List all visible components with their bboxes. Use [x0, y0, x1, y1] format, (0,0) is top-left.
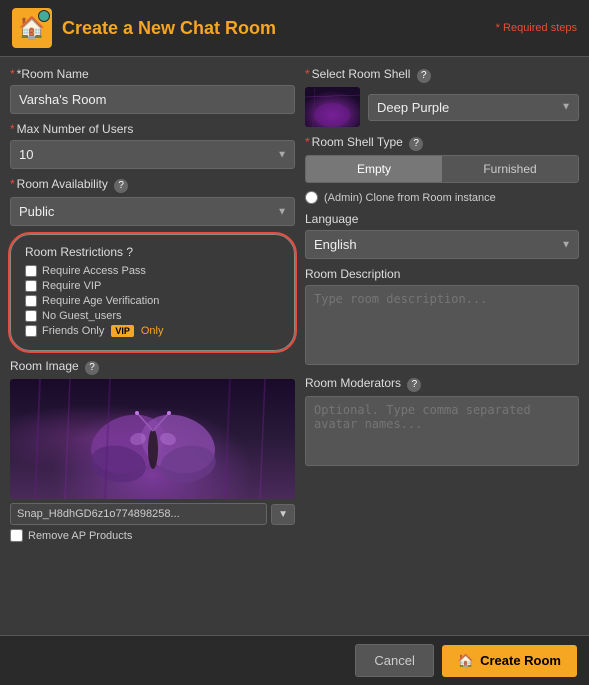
bg-decoration — [10, 379, 295, 499]
room-restrictions-label: Room Restrictions ? — [25, 245, 280, 259]
header-left: 🏠 Create a New Chat Room — [12, 8, 276, 48]
language-label: Language — [305, 212, 579, 226]
no-guests-label: No Guest_users — [42, 310, 121, 322]
only-text: Only — [141, 325, 164, 337]
shell-select[interactable]: Deep Purple Modern Loft Beach House Cast… — [368, 94, 579, 121]
room-image-section: Room Image ? — [10, 359, 295, 625]
room-name-field: **Room Name — [10, 67, 295, 114]
create-room-button[interactable]: 🏠 Create Room — [442, 645, 577, 677]
language-select[interactable]: English Spanish French German — [305, 230, 579, 259]
remove-ap-row: Remove AP Products — [10, 529, 295, 542]
image-filename: Snap_H8dhGD6z1o774898258... — [10, 503, 267, 525]
modal-header: 🏠 Create a New Chat Room * Required step… — [0, 0, 589, 57]
cancel-button[interactable]: Cancel — [355, 644, 433, 677]
room-availability-help-icon[interactable]: ? — [114, 179, 128, 193]
restrictions-help-icon[interactable]: ? — [126, 245, 133, 259]
max-users-select[interactable]: 10 20 50 100 — [10, 140, 295, 169]
create-chat-room-modal: 🏠 Create a New Chat Room * Required step… — [0, 0, 589, 685]
room-name-label: **Room Name — [10, 67, 295, 81]
max-users-label: *Max Number of Users — [10, 122, 295, 136]
shell-thumbnail — [305, 87, 360, 127]
friends-only-checkbox[interactable] — [25, 325, 37, 337]
language-field: Language English Spanish French German ▼ — [305, 212, 579, 259]
shell-select-wrapper: Deep Purple Modern Loft Beach House Cast… — [368, 94, 579, 121]
image-selector: Snap_H8dhGD6z1o774898258... ▼ — [10, 503, 295, 525]
description-label: Room Description — [305, 267, 579, 281]
shell-thumb-inner — [305, 87, 360, 127]
image-preview-inner — [10, 379, 295, 499]
require-vip-label: Require VIP — [42, 280, 101, 292]
moderators-help-icon[interactable]: ? — [407, 378, 421, 392]
room-image-preview — [10, 379, 295, 499]
description-input[interactable] — [305, 285, 579, 365]
room-availability-select[interactable]: Public Private Unlisted — [10, 197, 295, 226]
select-shell-help-icon[interactable]: ? — [417, 69, 431, 83]
room-availability-select-wrapper: Public Private Unlisted ▼ — [10, 197, 295, 226]
remove-ap-checkbox[interactable] — [10, 529, 23, 542]
moderators-field: Room Moderators ? — [305, 376, 579, 469]
right-column: *Select Room Shell ? — [305, 67, 579, 625]
moderators-input[interactable] — [305, 396, 579, 466]
shell-type-help-icon[interactable]: ? — [409, 137, 423, 151]
required-note: * Required steps — [496, 22, 577, 34]
remove-ap-label: Remove AP Products — [28, 530, 132, 542]
avatar-dot — [38, 10, 50, 22]
require-access-pass-row: Require Access Pass — [25, 265, 280, 277]
room-availability-field: *Room Availability ? Public Private Unli… — [10, 177, 295, 226]
house-icon: 🏠 — [12, 8, 52, 48]
admin-clone-radio[interactable] — [305, 191, 318, 204]
left-column: **Room Name *Max Number of Users 10 20 5… — [10, 67, 295, 625]
no-guests-checkbox[interactable] — [25, 310, 37, 322]
create-room-label: Create Room — [480, 653, 561, 668]
room-availability-label: *Room Availability ? — [10, 177, 295, 193]
friends-only-label: Friends Only — [42, 325, 104, 337]
require-vip-row: Require VIP — [25, 280, 280, 292]
room-name-input[interactable] — [10, 85, 295, 114]
friends-only-row: Friends Only VIP Only — [25, 325, 280, 337]
room-image-label: Room Image ? — [10, 359, 295, 375]
require-age-row: Require Age Verification — [25, 295, 280, 307]
max-users-field: *Max Number of Users 10 20 50 100 ▼ — [10, 122, 295, 169]
shell-type-field: *Room Shell Type ? Empty Furnished — [305, 135, 579, 183]
require-age-label: Require Age Verification — [42, 295, 159, 307]
select-shell-label: *Select Room Shell ? — [305, 67, 579, 83]
modal-content: **Room Name *Max Number of Users 10 20 5… — [0, 57, 589, 635]
page-title: Create a New Chat Room — [62, 18, 276, 39]
admin-clone-label: (Admin) Clone from Room instance — [324, 192, 496, 204]
no-guests-row: No Guest_users — [25, 310, 280, 322]
vip-badge: VIP — [111, 325, 134, 337]
require-vip-checkbox[interactable] — [25, 280, 37, 292]
image-dropdown-button[interactable]: ▼ — [271, 504, 295, 525]
shell-type-furnished-button[interactable]: Furnished — [442, 156, 578, 182]
admin-clone-row: (Admin) Clone from Room instance — [305, 191, 579, 204]
shell-type-label: *Room Shell Type ? — [305, 135, 579, 151]
shell-type-empty-button[interactable]: Empty — [306, 156, 442, 182]
select-shell-field: *Select Room Shell ? — [305, 67, 579, 127]
description-field: Room Description — [305, 267, 579, 368]
room-image-help-icon[interactable]: ? — [85, 361, 99, 375]
language-select-wrapper: English Spanish French German ▼ — [305, 230, 579, 259]
shell-preview-row: Deep Purple Modern Loft Beach House Cast… — [305, 87, 579, 127]
shell-type-toggle: Empty Furnished — [305, 155, 579, 183]
moderators-label: Room Moderators ? — [305, 376, 579, 392]
require-access-pass-checkbox[interactable] — [25, 265, 37, 277]
require-access-pass-label: Require Access Pass — [42, 265, 146, 277]
require-age-checkbox[interactable] — [25, 295, 37, 307]
max-users-select-wrapper: 10 20 50 100 ▼ — [10, 140, 295, 169]
create-room-house-icon: 🏠 — [458, 653, 474, 669]
shell-thumb-image — [305, 87, 360, 127]
modal-footer: Cancel 🏠 Create Room — [0, 635, 589, 685]
room-restrictions-box: Room Restrictions ? Require Access Pass … — [10, 234, 295, 351]
